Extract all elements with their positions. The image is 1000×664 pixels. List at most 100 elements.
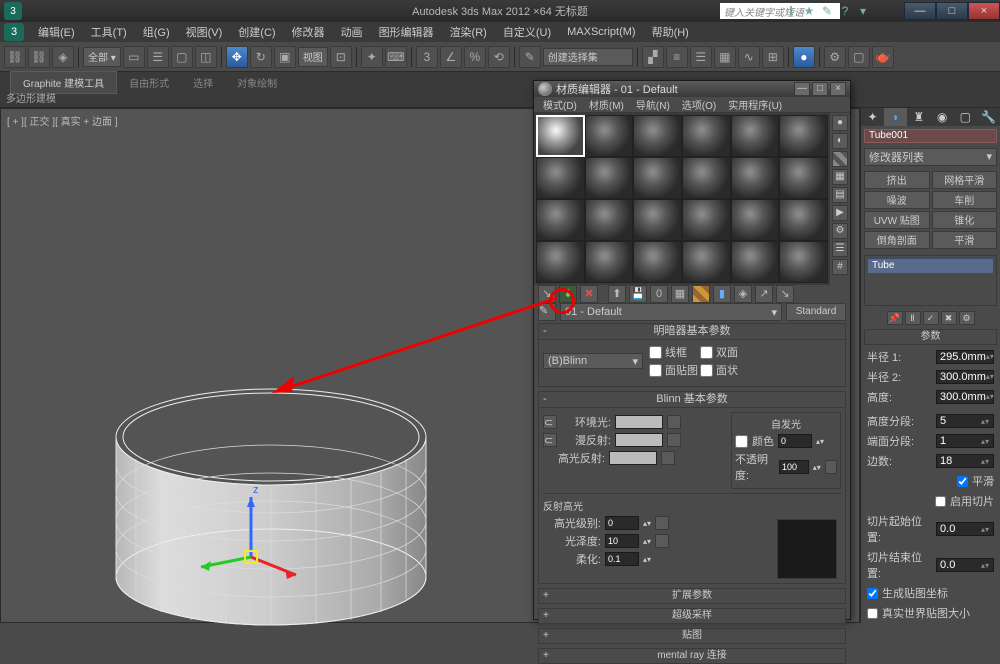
select-by-mat-icon[interactable]: ☰ <box>832 241 848 257</box>
percent-snap-icon[interactable]: % <box>464 46 486 68</box>
manipulate-icon[interactable]: ✦ <box>361 46 383 68</box>
material-type-button[interactable]: Standard <box>786 303 846 321</box>
rollout-mentalray[interactable]: mental ray 连接 <box>538 648 846 664</box>
sides-spinner[interactable]: 18▴▾ <box>936 454 994 468</box>
menu-help[interactable]: 帮助(H) <box>644 22 697 42</box>
shader-rollout-title[interactable]: -明暗器基本参数 <box>539 324 845 340</box>
layers-icon[interactable]: ☰ <box>690 46 712 68</box>
material-slot[interactable] <box>633 199 682 241</box>
link-icon[interactable]: ⛓ <box>4 46 26 68</box>
self-color-check[interactable]: 颜色0▴▾ <box>735 433 837 449</box>
ref-coord-dropdown[interactable]: 视图 <box>298 47 328 67</box>
self-illum-spinner[interactable]: 0 <box>778 434 812 448</box>
me-menu-nav[interactable]: 导航(N) <box>631 97 675 112</box>
select-name-icon[interactable]: ☰ <box>147 46 169 68</box>
specular-swatch[interactable] <box>609 451 657 465</box>
ambient-lock-icon[interactable]: ⊂ <box>543 415 557 429</box>
btn-lathe[interactable]: 车削 <box>932 191 998 209</box>
menu-animation[interactable]: 动画 <box>333 22 371 42</box>
minimize-button[interactable]: — <box>904 2 936 20</box>
move-icon[interactable]: ✥ <box>226 46 248 68</box>
backlight-icon[interactable]: ◐ <box>832 133 848 149</box>
ribbon-icon[interactable]: ▦ <box>714 46 736 68</box>
me-close-button[interactable]: × <box>830 82 846 96</box>
material-slot[interactable] <box>731 199 780 241</box>
menu-maxscript[interactable]: MAXScript(M) <box>559 24 643 40</box>
tab-display-icon[interactable]: ▢ <box>954 108 977 126</box>
blinn-rollout-title[interactable]: -Blinn 基本参数 <box>539 392 845 408</box>
opacity-spinner[interactable]: 100 <box>779 460 809 474</box>
height-spinner[interactable]: 300.0mm▴▾ <box>936 390 994 404</box>
me-menu-mode[interactable]: 模式(D) <box>538 97 582 112</box>
material-name-dropdown[interactable]: 01 - Default▾ <box>560 303 782 321</box>
go-sibling-icon[interactable]: ◈ <box>734 285 752 303</box>
tab-modify-icon[interactable]: ◗ <box>884 108 907 126</box>
me-menu-options[interactable]: 选项(O) <box>677 97 721 112</box>
check-wire[interactable]: 线框 <box>649 344 698 360</box>
specular-map-button[interactable] <box>661 451 675 465</box>
material-slot-1[interactable] <box>536 115 585 157</box>
select-region-icon[interactable]: ▢ <box>171 46 193 68</box>
options-icon[interactable]: ⚙ <box>832 223 848 239</box>
btn-uvw[interactable]: UVW 贴图 <box>864 211 930 229</box>
shader-dropdown[interactable]: (B)Blinn▾ <box>543 353 643 369</box>
chevron-down-icon[interactable]: ▾ <box>856 4 870 18</box>
material-slot[interactable] <box>682 157 731 199</box>
tab-hierarchy-icon[interactable]: ♜ <box>907 108 930 126</box>
video-check-icon[interactable]: ▤ <box>832 187 848 203</box>
ambient-map-button[interactable] <box>667 415 681 429</box>
remove-icon[interactable]: ✖ <box>941 311 957 325</box>
material-slot[interactable] <box>585 115 634 157</box>
tab-freeform[interactable]: 自由形式 <box>117 72 181 93</box>
scale-icon[interactable]: ▣ <box>274 46 296 68</box>
check-2sided[interactable]: 双面 <box>700 344 749 360</box>
me-menu-material[interactable]: 材质(M) <box>584 97 629 112</box>
material-editor-titlebar[interactable]: 材质编辑器 - 01 - Default —□× <box>534 81 850 97</box>
tab-object-paint[interactable]: 对象绘制 <box>225 72 289 93</box>
configure-icon[interactable]: ⚙ <box>959 311 975 325</box>
radius2-spinner[interactable]: 300.0mm▴▾ <box>936 370 994 384</box>
menu-group[interactable]: 组(G) <box>135 22 178 42</box>
opacity-map-button[interactable] <box>825 460 837 474</box>
material-slot[interactable] <box>682 199 731 241</box>
help-icon[interactable]: ? <box>838 4 852 18</box>
realworld-checkbox[interactable] <box>867 608 878 619</box>
modifier-list-dropdown[interactable]: 修改器列表▾ <box>864 148 997 166</box>
show-end-icon[interactable]: Ⅱ <box>905 311 921 325</box>
btn-smooth[interactable]: 平滑 <box>932 231 998 249</box>
hseg-spinner[interactable]: 5▴▾ <box>936 414 994 428</box>
diffuse-swatch[interactable] <box>615 433 663 447</box>
btn-taper[interactable]: 锥化 <box>932 211 998 229</box>
assign-material-icon[interactable]: ⬇ <box>559 285 577 303</box>
snap-icon[interactable]: 3 <box>416 46 438 68</box>
material-slot[interactable] <box>633 115 682 157</box>
mirror-icon[interactable]: ▞ <box>642 46 664 68</box>
sto-spinner[interactable]: 0.0▴▾ <box>936 558 994 572</box>
mat-effects-icon[interactable]: 0 <box>650 285 668 303</box>
material-slot[interactable] <box>779 115 828 157</box>
select-icon[interactable]: ▭ <box>123 46 145 68</box>
show-map-icon[interactable]: ▦ <box>671 285 689 303</box>
tab-utilities-icon[interactable]: 🔧 <box>977 108 1000 126</box>
window-crossing-icon[interactable]: ◫ <box>195 46 217 68</box>
slice-checkbox[interactable] <box>935 496 946 507</box>
material-slot[interactable] <box>633 157 682 199</box>
render-frame-icon[interactable]: ▢ <box>848 46 870 68</box>
unlink-icon[interactable]: ⛓ <box>28 46 50 68</box>
genmap-checkbox[interactable] <box>867 588 878 599</box>
rollout-supersample[interactable]: 超级采样 <box>538 608 846 624</box>
menu-view[interactable]: 视图(V) <box>178 22 231 42</box>
tab-graphite[interactable]: Graphite 建模工具 <box>10 71 117 94</box>
me-maximize-button[interactable]: □ <box>812 82 828 96</box>
btn-bevel[interactable]: 倒角剖面 <box>864 231 930 249</box>
put-to-lib-icon[interactable]: 💾 <box>629 285 647 303</box>
curve-editor-icon[interactable]: ∿ <box>738 46 760 68</box>
go-back-icon[interactable]: ↘ <box>776 285 794 303</box>
material-slot[interactable] <box>731 157 780 199</box>
spec-level-spinner[interactable]: 0 <box>605 516 639 530</box>
material-editor-icon[interactable]: ● <box>793 46 815 68</box>
stack-tube[interactable]: Tube <box>867 258 994 274</box>
show-end-result-icon[interactable] <box>692 285 710 303</box>
object-name-field[interactable]: Tube001 <box>864 129 997 143</box>
sample-uv-icon[interactable]: ▦ <box>832 169 848 185</box>
